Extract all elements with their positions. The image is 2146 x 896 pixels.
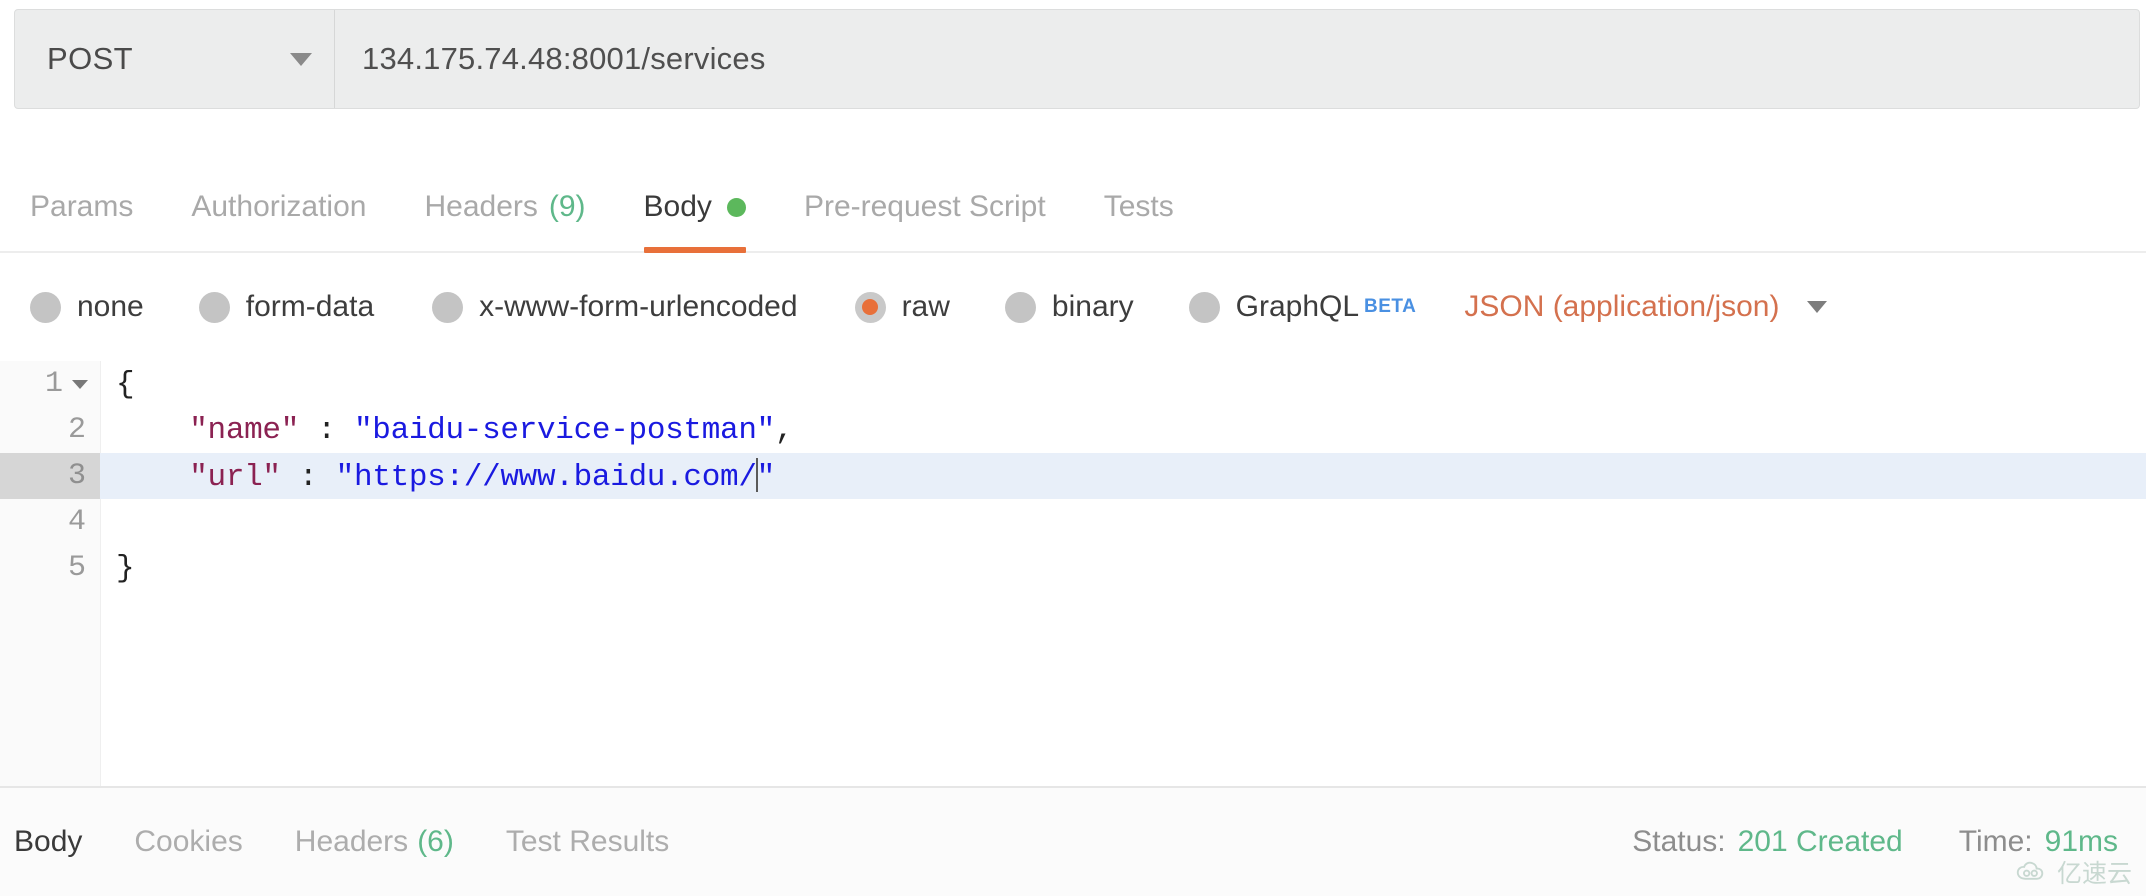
- radio-icon: [854, 291, 886, 323]
- body-type-label: none: [77, 290, 144, 323]
- http-method-dropdown[interactable]: POST: [15, 10, 335, 108]
- request-tab-label: Tests: [1103, 190, 1174, 223]
- request-tab-tests[interactable]: Tests: [1104, 163, 1174, 251]
- body-type-row: none form-data x-www-form-urlencoded raw bin…: [0, 253, 2146, 361]
- editor-line[interactable]: 5}: [0, 545, 2146, 591]
- request-tab-label: Pre-request Script: [803, 190, 1046, 223]
- response-tab-body[interactable]: Body: [14, 825, 82, 859]
- editor-line-text: "name" : "baidu-service-postman",: [100, 413, 793, 448]
- watermark-text: 亿速云: [2056, 859, 2132, 888]
- request-tab-label: Body: [643, 190, 712, 223]
- response-tab-cookies[interactable]: Cookies: [134, 825, 242, 859]
- line-number-value: 4: [67, 505, 86, 539]
- json-token-punc: }: [116, 550, 135, 586]
- request-tab-params[interactable]: Params: [30, 163, 133, 251]
- line-number-value: 5: [67, 551, 86, 585]
- http-method-label: POST: [47, 41, 134, 76]
- body-type-label: form-data: [245, 290, 375, 323]
- line-number: 2: [0, 407, 100, 453]
- request-tab-label: Headers: [424, 190, 538, 223]
- editor-line-text: "url" : "https://www.baidu.com/": [100, 457, 776, 495]
- line-number: 1: [0, 361, 100, 407]
- response-meta-value: 201 Created: [1737, 825, 1903, 858]
- request-tab-bar: Params Authorization Headers (9) Body Pre-req…: [0, 163, 2146, 253]
- line-number: 5: [0, 545, 100, 591]
- watermark: 亿速云: [2016, 854, 2132, 890]
- content-type-dropdown[interactable]: JSON (application/json): [1464, 290, 1828, 324]
- radio-inner-dot: [206, 299, 222, 315]
- cloud-icon: [2016, 861, 2044, 880]
- request-tab-label: Authorization: [191, 190, 367, 223]
- radio-icon: [198, 291, 230, 323]
- response-tab-label: Headers: [294, 825, 409, 858]
- radio-inner-dot: [1012, 299, 1028, 315]
- json-token-str: "https://www.baidu.com/: [335, 459, 757, 495]
- radio-inner-dot: [1196, 299, 1212, 315]
- url-value: 134.175.74.48:8001/services: [362, 41, 766, 76]
- json-token-punc: :: [280, 459, 336, 495]
- response-tab-label: Test Results: [505, 825, 670, 858]
- chevron-down-icon: [1807, 301, 1828, 313]
- body-present-indicator-icon: [726, 197, 746, 217]
- response-meta-key: Status:: [1632, 825, 1726, 858]
- response-tab-label: Cookies: [134, 825, 243, 858]
- body-type-radio-raw[interactable]: raw: [854, 290, 950, 324]
- line-number: 3: [0, 453, 100, 499]
- request-tab-label: Params: [30, 190, 134, 223]
- radio-icon: [432, 291, 464, 323]
- line-number-value: 1: [44, 367, 63, 401]
- body-type-label: x-www-form-urlencoded: [479, 290, 798, 323]
- chevron-down-icon: [290, 52, 312, 66]
- body-type-label: binary: [1051, 290, 1134, 323]
- json-token-str: "baidu-service-postman": [353, 412, 775, 448]
- line-number-value: 2: [67, 413, 86, 447]
- editor-line-text: {: [100, 366, 135, 402]
- radio-icon: [30, 291, 61, 323]
- line-number-value: 3: [67, 459, 86, 493]
- editor-line[interactable]: 3 "url" : "https://www.baidu.com/": [0, 453, 2146, 499]
- response-bar: Body Cookies Headers (6) Test Results Status…: [0, 788, 2146, 896]
- content-type-label: JSON (application/json): [1464, 290, 1780, 323]
- editor-line[interactable]: 4: [0, 499, 2146, 545]
- json-token-str: ": [756, 459, 776, 495]
- editor-lines: 1{2 "name" : "baidu-service-postman", 3 "…: [0, 361, 2146, 591]
- radio-inner-dot: [862, 299, 879, 315]
- response-tab-headers[interactable]: Headers (6): [295, 825, 454, 859]
- json-token-punc: {: [116, 366, 135, 402]
- json-token-punc: :: [299, 412, 354, 448]
- radio-inner-dot: [440, 299, 456, 315]
- editor-line[interactable]: 2 "name" : "baidu-service-postman",: [0, 407, 2146, 453]
- body-type-radio-binary[interactable]: binary: [1004, 290, 1134, 324]
- radio-icon: [1188, 291, 1220, 323]
- response-tab-test-results[interactable]: Test Results: [506, 825, 669, 859]
- body-type-label: raw: [901, 290, 950, 323]
- request-tab-body[interactable]: Body: [643, 163, 746, 253]
- request-tab-headers[interactable]: Headers (9): [424, 163, 585, 251]
- response-tab-bar: Body Cookies Headers (6) Test Results: [14, 825, 721, 859]
- editor-line[interactable]: 1{: [0, 361, 2146, 407]
- body-type-radio-x-www-form-urlencoded[interactable]: x-www-form-urlencoded: [432, 290, 798, 324]
- response-tab-count: (6): [417, 825, 454, 858]
- editor-line-text: }: [100, 550, 135, 586]
- response-meta-item: Status: 201 Created: [1632, 825, 1903, 859]
- json-token-punc: ,: [774, 412, 794, 448]
- radio-inner-dot: [38, 299, 54, 315]
- response-tab-label: Body: [14, 825, 83, 858]
- url-input[interactable]: 134.175.74.48:8001/services: [335, 10, 2139, 108]
- request-tab-authorization[interactable]: Authorization: [191, 163, 366, 251]
- body-type-radio-form-data[interactable]: form-data: [198, 290, 375, 324]
- radio-icon: [1004, 291, 1036, 323]
- beta-badge: BETA: [1364, 296, 1417, 317]
- json-token-key: "name": [189, 412, 300, 448]
- fold-toggle-icon[interactable]: [72, 379, 88, 389]
- request-bar: POST 134.175.74.48:8001/services: [14, 9, 2140, 109]
- request-tab-pre-request-script[interactable]: Pre-request Script: [804, 163, 1046, 251]
- json-token-key: "url": [189, 459, 281, 495]
- body-type-radio-none[interactable]: none: [30, 290, 144, 324]
- body-type-label: GraphQL: [1235, 290, 1360, 323]
- line-number: 4: [0, 499, 100, 545]
- body-type-radio-graphql[interactable]: GraphQL BETA: [1188, 290, 1417, 324]
- request-body-editor[interactable]: 1{2 "name" : "baidu-service-postman", 3 "…: [0, 361, 2146, 788]
- request-tab-count: (9): [548, 190, 586, 223]
